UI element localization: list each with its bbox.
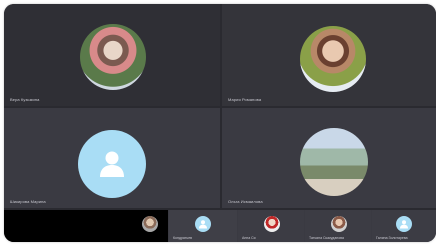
participant-name: Шикирова Марина [10, 199, 46, 204]
participant-avatar [78, 130, 146, 198]
participant-tile[interactable]: Вера Кузьмина [4, 4, 220, 106]
participant-avatar [331, 216, 347, 232]
participant-strip: Кондратьев Анна Ся Татьяна Скакуданова Г… [4, 210, 436, 242]
participant-avatar [264, 216, 280, 232]
participant-avatar [195, 216, 211, 232]
strip-name: Анна Ся [242, 236, 256, 240]
strip-name: Татьяна Скакуданова [309, 236, 344, 240]
strip-name: Кондратьев [173, 236, 193, 240]
strip-tile[interactable]: Татьяна Скакуданова [305, 210, 371, 242]
participant-avatar [300, 26, 366, 92]
participant-name: Мария Романова [228, 97, 262, 102]
participant-avatar [80, 24, 146, 90]
person-icon [400, 220, 408, 229]
strip-tile[interactable]: Галина Золотарева [372, 210, 436, 242]
participant-tile[interactable]: Шикирова Марина [4, 108, 220, 208]
participant-name: Вера Кузьмина [10, 97, 40, 102]
participant-avatar [300, 128, 368, 196]
strip-name: Галина Золотарева [376, 236, 408, 240]
participant-name: Ольга Исмаилова [228, 199, 263, 204]
strip-tile[interactable] [4, 210, 168, 242]
participant-tile[interactable]: Мария Романова [222, 4, 436, 106]
participant-avatar [396, 216, 412, 232]
strip-tile[interactable]: Кондратьев [169, 210, 237, 242]
strip-tile[interactable]: Анна Ся [238, 210, 304, 242]
participant-avatar [142, 216, 158, 232]
person-icon [100, 151, 124, 177]
person-icon [199, 220, 207, 229]
participant-tile[interactable]: Ольга Исмаилова [222, 108, 436, 208]
video-call-window: Вера Кузьмина Мария Романова Шикирова Ма… [4, 4, 436, 242]
